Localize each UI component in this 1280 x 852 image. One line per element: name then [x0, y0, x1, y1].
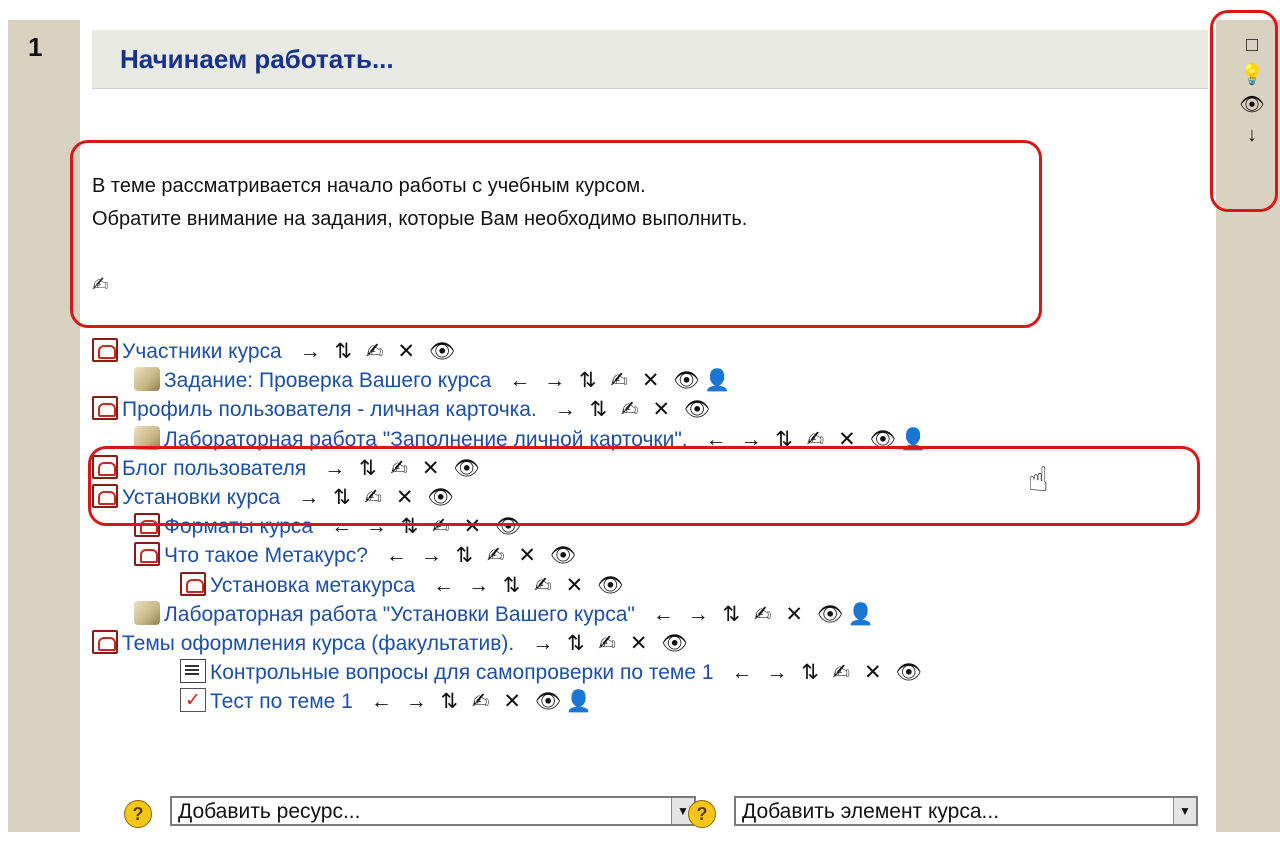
item-actions[interactable]: ← → ⇅ ✍ ✕ 👁: [371, 689, 566, 714]
list-item: Участники курса → ⇅ ✍ ✕ 👁: [92, 338, 460, 366]
section-controls: □ 💡 👁 ↓: [1232, 30, 1272, 150]
section-title: Начинаем работать...: [120, 44, 394, 74]
list-item: Установка метакурса ← → ⇅ ✍ ✕ 👁: [180, 571, 628, 600]
item-link[interactable]: Профиль пользователя - личная карточка.: [122, 398, 537, 422]
item-actions[interactable]: ← → ⇅ ✍ ✕ 👁: [509, 368, 704, 393]
add-activity-select[interactable]: Добавить элемент курса... ▼: [734, 796, 1198, 826]
assignment-icon: [134, 600, 160, 625]
list-item: Задание: Проверка Вашего курса ← → ⇅ ✍ ✕ …: [134, 367, 730, 395]
section-number: 1: [28, 32, 43, 62]
hand-cursor-icon: ☝: [1028, 461, 1049, 499]
pdf-icon: [180, 571, 206, 596]
item-link[interactable]: Лабораторная работа "Установки Вашего ку…: [164, 603, 635, 627]
list-item: Тест по теме 1 ← → ⇅ ✍ ✕ 👁👤: [180, 688, 592, 716]
hide-section-icon[interactable]: 👁: [1232, 90, 1272, 120]
document-icon: [180, 659, 206, 684]
item-link[interactable]: Темы оформления курса (факультатив).: [122, 632, 514, 656]
assign-roles-icon[interactable]: 👤: [704, 369, 730, 392]
item-link[interactable]: Что такое Метакурс?: [164, 544, 368, 568]
help-icon[interactable]: ?: [688, 800, 716, 828]
highlight-section-icon[interactable]: 💡: [1232, 60, 1272, 90]
help-icon[interactable]: ?: [124, 800, 152, 828]
item-actions[interactable]: ← → ⇅ ✍ ✕ 👁: [386, 543, 581, 568]
section-header: Начинаем работать...: [92, 30, 1208, 89]
pdf-icon: [92, 396, 118, 421]
item-link[interactable]: Установка метакурса: [210, 574, 415, 598]
pdf-icon: [92, 338, 118, 362]
list-item: Что такое Метакурс? ← → ⇅ ✍ ✕ 👁: [134, 542, 581, 570]
pdf-icon: [134, 542, 160, 567]
list-item: Контрольные вопросы для самопроверки по …: [180, 659, 926, 687]
add-resource-select[interactable]: Добавить ресурс... ▼: [170, 796, 696, 826]
item-link[interactable]: Тест по теме 1: [210, 690, 353, 714]
chevron-down-icon[interactable]: ▼: [1173, 798, 1196, 824]
item-link[interactable]: Участники курса: [122, 340, 282, 364]
item-actions[interactable]: ← → ⇅ ✍ ✕ 👁: [433, 573, 628, 598]
add-resource-value: Добавить ресурс...: [178, 800, 361, 823]
move-section-down-icon[interactable]: ↓: [1232, 120, 1272, 150]
list-item: Профиль пользователя - личная карточка. →…: [92, 396, 715, 424]
highlight-box-summary: [70, 140, 1042, 328]
assign-roles-icon[interactable]: 👤: [847, 603, 873, 626]
section-number-bar: [8, 20, 80, 832]
quiz-icon: [180, 688, 206, 713]
add-activity-value: Добавить элемент курса...: [742, 800, 1000, 823]
show-only-section-icon[interactable]: □: [1232, 30, 1272, 60]
assignment-icon: [134, 367, 160, 392]
item-actions[interactable]: ← → ⇅ ✍ ✕ 👁: [653, 602, 848, 627]
list-item: Лабораторная работа "Установки Вашего ку…: [134, 600, 874, 629]
item-link[interactable]: Задание: Проверка Вашего курса: [164, 369, 491, 393]
item-actions[interactable]: ← → ⇅ ✍ ✕ 👁: [732, 660, 927, 685]
list-item: Темы оформления курса (факультатив). → ⇅ …: [92, 630, 692, 658]
pdf-icon: [92, 630, 118, 654]
assign-roles-icon[interactable]: 👤: [565, 690, 591, 713]
item-actions[interactable]: → ⇅ ✍ ✕ 👁: [300, 339, 460, 364]
item-actions[interactable]: → ⇅ ✍ ✕ 👁: [532, 631, 692, 656]
item-actions[interactable]: → ⇅ ✍ ✕ 👁: [555, 397, 715, 422]
item-link[interactable]: Контрольные вопросы для самопроверки по …: [210, 661, 714, 685]
